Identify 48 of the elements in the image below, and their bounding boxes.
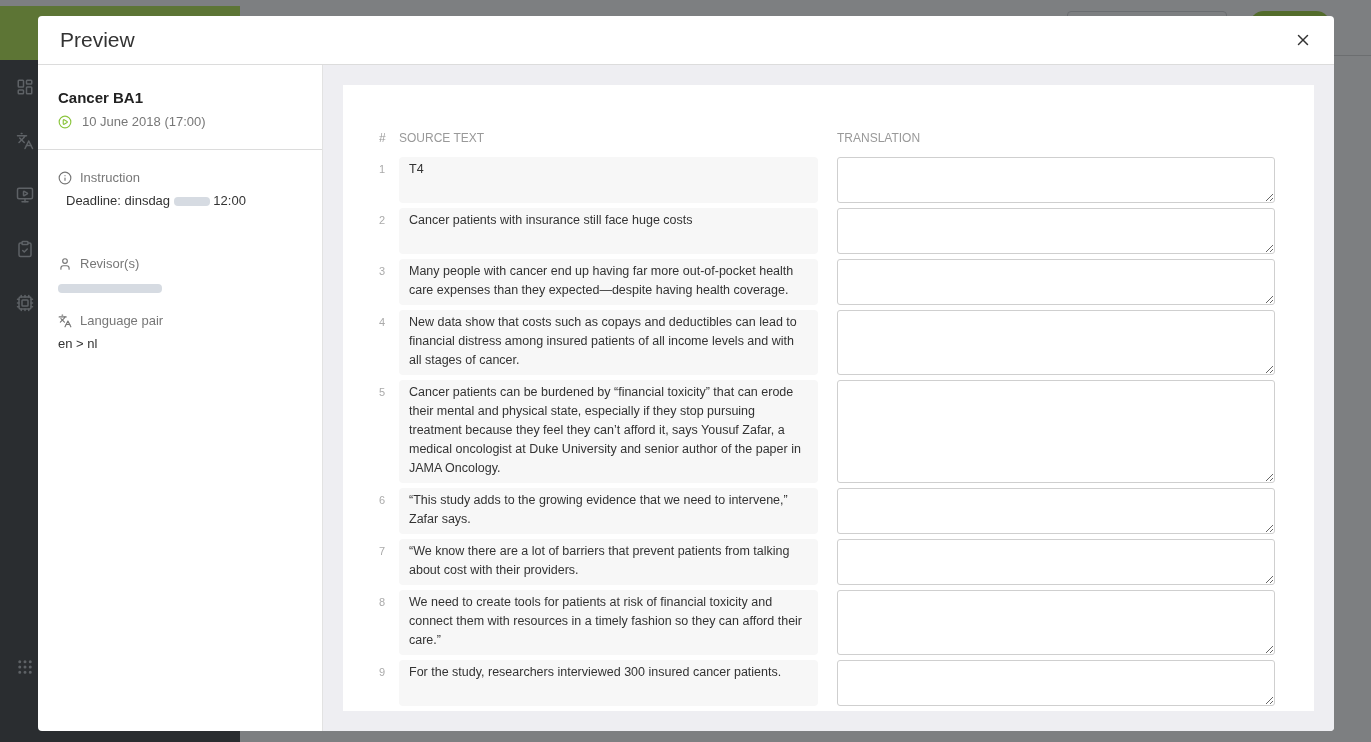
source-text: T4 xyxy=(399,157,818,203)
revisors-heading: Revisor(s) xyxy=(80,256,140,271)
segment-number: 2 xyxy=(379,213,387,228)
monitor-play-icon[interactable] xyxy=(16,186,34,204)
clipboard-check-icon[interactable] xyxy=(16,240,34,258)
source-text: Many people with cancer end up having far more out-of-pocket health care expenses than they expected—despite having health coverage. xyxy=(399,259,818,305)
user-icon xyxy=(58,256,72,271)
dialog-title: Preview xyxy=(60,28,135,52)
source-text: “We know there are a lot of barriers that prevent patients from talking about cost with their providers. xyxy=(399,539,818,585)
translation-field[interactable] xyxy=(837,259,1275,305)
segment-number: 3 xyxy=(379,264,387,279)
segment-number: 5 xyxy=(379,385,387,400)
segment-number: 7 xyxy=(379,544,387,559)
project-date: 10 June 2018 (17:00) xyxy=(82,114,206,129)
segment-number: 1 xyxy=(379,162,387,177)
translate-icon[interactable] xyxy=(16,132,34,150)
translation-field[interactable] xyxy=(837,310,1275,375)
translation-field[interactable] xyxy=(837,590,1275,655)
translation-field[interactable] xyxy=(837,157,1275,203)
info-icon xyxy=(58,170,72,185)
language-pair-heading: Language pair xyxy=(80,313,164,328)
dashboard-icon[interactable] xyxy=(16,78,34,96)
source-text: We need to create tools for patients at risk of financial toxicity and connect them with resources in a timely fashion so they can afford their care.” xyxy=(399,590,818,655)
segment-number: 6 xyxy=(379,493,387,508)
translation-field[interactable] xyxy=(837,208,1275,254)
source-text: For the study, researchers interviewed 300 insured cancer patients. xyxy=(399,660,818,706)
apps-grid-icon[interactable] xyxy=(16,658,34,676)
play-circle-icon xyxy=(58,114,72,129)
deadline-text: Deadline: dinsdag 12:00 xyxy=(65,193,247,208)
source-text: Cancer patients can be burdened by “financial toxicity” that can erode their mental and physical state, especially if they stop pursuing treatment because they feel they can’t afford it, says Yousuf Zafar, a medical oncologist at Duke University and senior author of the paper in JAMA Oncology. xyxy=(399,380,818,483)
column-header: SOURCE TEXT xyxy=(399,131,486,147)
source-text: “This study adds to the growing evidence that we need to intervene,” Zafar says. xyxy=(399,488,818,534)
translation-field[interactable] xyxy=(837,380,1275,483)
translation-field[interactable] xyxy=(837,539,1275,585)
translate-icon xyxy=(58,313,72,328)
project-name: Cancer BA1 xyxy=(58,89,145,106)
column-header: TRANSLATION xyxy=(837,131,922,147)
translation-field[interactable] xyxy=(837,660,1275,706)
translation-field[interactable] xyxy=(837,488,1275,534)
segment-number: 8 xyxy=(379,595,387,610)
chip-icon[interactable] xyxy=(16,294,34,312)
language-pair: en > nl xyxy=(58,336,99,351)
column-header: # xyxy=(379,131,387,147)
segment-number: 4 xyxy=(379,315,387,330)
source-text: Cancer patients with insurance still face huge costs xyxy=(399,208,818,254)
instruction-heading: Instruction xyxy=(80,170,140,185)
source-text: New data show that costs such as copays and deductibles can lead to financial distress among insured patients of all income levels and with all stages of cancer. xyxy=(399,310,818,375)
segment-number: 9 xyxy=(379,665,387,680)
